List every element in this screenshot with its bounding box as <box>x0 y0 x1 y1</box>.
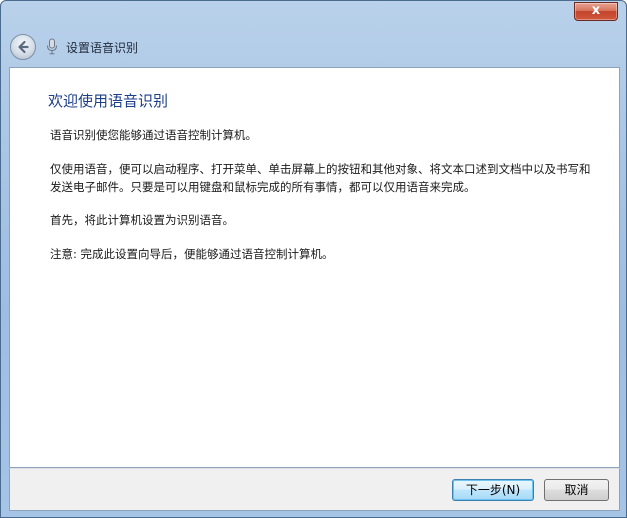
back-button[interactable] <box>10 34 36 60</box>
description-paragraph: 仅使用语音，便可以启动程序、打开菜单、单击屏幕上的按钮和其他对象、将文本口述到文… <box>50 162 591 194</box>
close-button[interactable]: x <box>574 2 618 21</box>
note-paragraph: 注意: 完成此设置向导后，便能够通过语音控制计算机。 <box>50 247 334 261</box>
cancel-button[interactable]: 取消 <box>544 479 609 501</box>
next-button[interactable]: 下一步(N) <box>452 479 534 501</box>
page-heading: 欢迎使用语音识别 <box>48 92 169 110</box>
intro-paragraph: 语音识别使您能够通过语音控制计算机。 <box>50 128 257 142</box>
content-panel: 欢迎使用语音识别 语音识别使您能够通过语音控制计算机。 仅使用语音，便可以启动程… <box>9 67 620 468</box>
dialog-window: x 设置语音识别 欢迎使用语音识别 语音识别使您能够通过语音控制计算机。 仅使用… <box>0 0 627 518</box>
microphone-icon <box>47 38 57 55</box>
first-step-paragraph: 首先，将此计算机设置为识别语音。 <box>50 213 234 227</box>
button-bar: 下一步(N) 取消 <box>9 468 620 511</box>
back-arrow-icon <box>18 40 29 54</box>
window-title: 设置语音识别 <box>66 41 139 55</box>
